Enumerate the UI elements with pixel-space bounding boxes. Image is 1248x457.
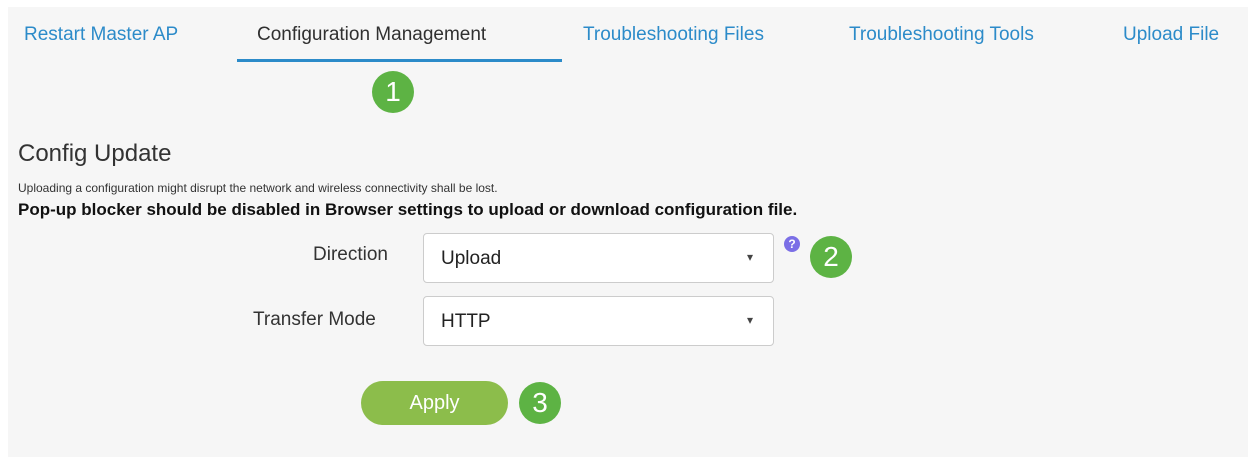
transfer-mode-label: Transfer Mode <box>253 309 376 330</box>
chevron-down-icon: ▾ <box>746 313 753 327</box>
chevron-down-icon: ▾ <box>746 250 753 264</box>
config-update-title: Config Update <box>18 140 172 167</box>
tab-upload-file[interactable]: Upload File <box>1123 24 1219 46</box>
step-marker-1: 1 <box>372 71 414 113</box>
config-panel <box>8 7 1248 457</box>
direction-label: Direction <box>313 244 388 265</box>
transfer-mode-select[interactable]: HTTP ▾ <box>423 296 774 346</box>
transfer-mode-select-value: HTTP <box>441 311 491 332</box>
direction-select[interactable]: Upload ▾ <box>423 233 774 283</box>
apply-button[interactable]: Apply <box>361 381 508 425</box>
question-circle-icon[interactable]: ? <box>784 236 800 252</box>
direction-select-value: Upload <box>441 248 502 269</box>
step-marker-3: 3 <box>519 382 561 424</box>
tab-configuration-management[interactable]: Configuration Management <box>257 24 486 46</box>
disruption-warning: Uploading a configuration might disrupt … <box>18 181 498 195</box>
popup-blocker-note: Pop-up blocker should be disabled in Bro… <box>18 200 798 219</box>
tab-restart-master-ap[interactable]: Restart Master AP <box>24 24 178 46</box>
active-tab-underline <box>237 59 562 62</box>
step-marker-2: 2 <box>810 236 852 278</box>
tab-troubleshooting-files[interactable]: Troubleshooting Files <box>583 24 764 46</box>
tab-troubleshooting-tools[interactable]: Troubleshooting Tools <box>849 24 1034 46</box>
